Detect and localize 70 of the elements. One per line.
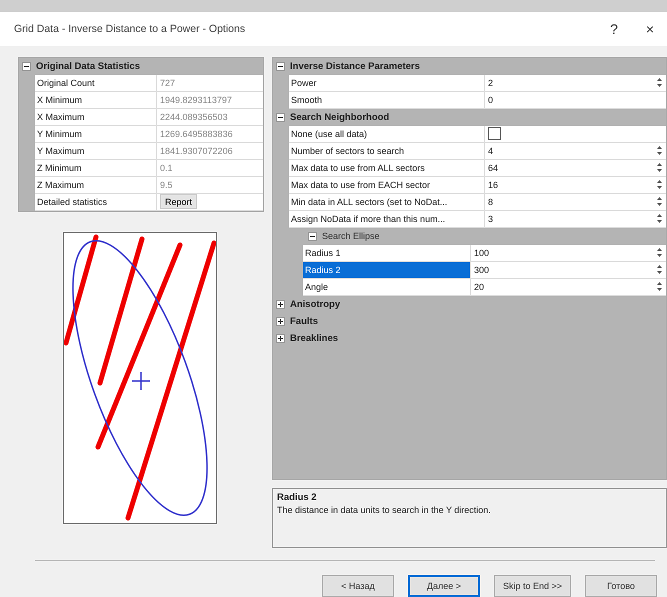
section-title: Anisotropy (290, 298, 340, 310)
property-value[interactable]: 3 (488, 214, 494, 224)
spinner-icon[interactable] (656, 213, 663, 224)
checkbox[interactable] (488, 127, 501, 140)
section-title: Original Data Statistics (36, 60, 140, 72)
help-button[interactable]: ? (601, 20, 627, 37)
property-value[interactable]: 300 (474, 264, 490, 275)
collapse-icon[interactable] (276, 62, 285, 71)
property-label: Y Minimum (35, 126, 157, 143)
wizard-button[interactable]: Далее > (408, 575, 480, 597)
property-label[interactable]: Assign NoData if more than this num... (289, 210, 485, 228)
collapse-icon[interactable] (22, 62, 31, 71)
spinner-icon[interactable] (656, 247, 663, 258)
collapse-icon[interactable] (276, 316, 285, 326)
property-label[interactable]: Max data to use from EACH sector (289, 176, 485, 194)
property-label[interactable]: Radius 2 (303, 262, 471, 279)
wizard-button[interactable]: Готово (585, 575, 657, 597)
property-value[interactable]: 0 (488, 94, 494, 105)
collapse-icon[interactable] (276, 334, 285, 343)
property-value: 9.5 (160, 180, 173, 190)
section-title: Faults (290, 316, 318, 327)
property-label[interactable]: Max data to use from ALL sectors (289, 160, 485, 177)
section-title: Search Neighborhood (290, 112, 390, 123)
spinner-icon[interactable] (656, 281, 663, 292)
property-value: 2244.089356503 (160, 112, 228, 122)
property-label[interactable]: Radius 1 (303, 244, 471, 262)
property-label[interactable]: Angle (303, 278, 471, 296)
property-label: Original Count (35, 74, 157, 92)
property-value: 0.1 (160, 162, 173, 173)
property-label: Detailed statistics (35, 194, 157, 211)
property-label: Z Maximum (35, 176, 157, 194)
close-button[interactable]: × (637, 20, 663, 37)
property-label: X Maximum (35, 108, 157, 126)
property-label[interactable]: Power (289, 74, 485, 92)
property-value[interactable]: 20 (474, 282, 484, 292)
property-value: 1949.8293113797 (160, 94, 232, 105)
section-title: Inverse Distance Parameters (290, 60, 420, 72)
property-label[interactable]: Number of sectors to search (289, 142, 485, 160)
property-label: X Minimum (35, 92, 157, 109)
property-value[interactable]: 100 (474, 248, 490, 258)
spinner-icon[interactable] (656, 179, 663, 190)
report-button[interactable]: Report (160, 194, 198, 210)
property-value: 727 (160, 78, 176, 88)
property-label[interactable]: None (use all data) (289, 126, 485, 143)
spinner-icon[interactable] (656, 77, 663, 88)
wizard-button[interactable]: Skip to End >> (494, 575, 571, 597)
spinner-icon[interactable] (656, 196, 663, 208)
property-value[interactable]: 16 (488, 180, 498, 190)
section-title: Breaklines (290, 332, 338, 344)
group-title: Search Ellipse (322, 231, 380, 242)
description-text: The distance in data units to search in the Y direction. (277, 504, 492, 515)
spinner-icon[interactable] (656, 145, 663, 156)
spinner-icon[interactable] (656, 264, 663, 276)
property-value[interactable]: 4 (488, 146, 494, 156)
property-label: Y Maximum (35, 142, 157, 160)
collapse-icon[interactable] (276, 300, 285, 309)
window-title: Grid Data - Inverse Distance to a Power - Options (14, 22, 246, 35)
collapse-icon[interactable] (308, 232, 317, 241)
property-label[interactable]: Min data in ALL sectors (set to NoDat... (289, 194, 485, 211)
wizard-button[interactable]: < Назад (322, 575, 394, 597)
spinner-icon[interactable] (656, 162, 663, 174)
property-value: 1269.6495883836 (160, 128, 233, 139)
property-value[interactable]: 64 (488, 162, 498, 173)
property-value[interactable]: 8 (488, 196, 494, 207)
property-label[interactable]: Smooth (289, 92, 485, 109)
property-label: Z Minimum (35, 160, 157, 177)
description-title: Radius 2 (277, 492, 318, 503)
property-value: 1841.9307072206 (160, 146, 233, 156)
property-value[interactable]: 2 (488, 78, 494, 88)
collapse-icon[interactable] (276, 112, 285, 122)
